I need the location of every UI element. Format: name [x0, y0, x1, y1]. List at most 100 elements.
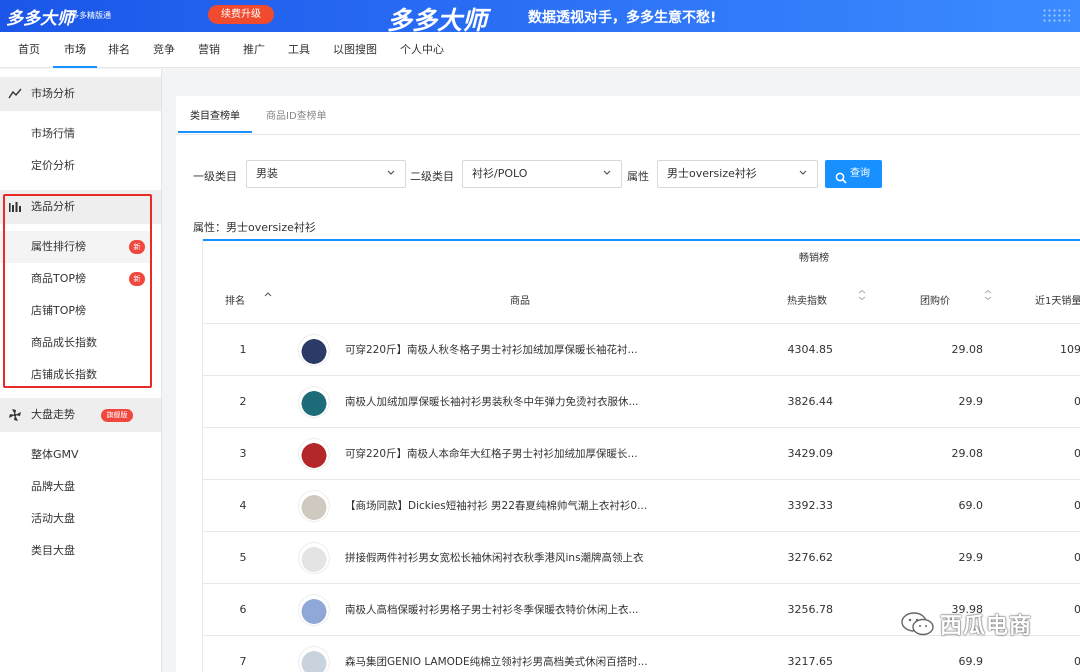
new-badge: 新	[129, 240, 145, 254]
table-top-border	[203, 239, 1080, 241]
level1-category-label: 一级类目	[193, 170, 237, 183]
sidebar-item-market-trend[interactable]: 市场行情	[31, 126, 75, 142]
price-cell: 69.0	[958, 499, 984, 512]
sales-cell: 0	[1074, 447, 1080, 460]
top-banner: 多多大师 多多精版通 续费升级 多多大师 数据透视对手，多多生意不愁!	[0, 0, 1080, 32]
nav-image-search[interactable]: 以图搜图	[333, 32, 377, 68]
hot-index-cell: 3392.33	[787, 499, 834, 512]
banner-dots-decoration	[1042, 8, 1070, 22]
tab-divider	[176, 134, 1080, 135]
query-button-label: 查询	[850, 168, 870, 179]
renew-upgrade-button[interactable]: 续费升级	[208, 5, 274, 24]
table-row[interactable]: 4 【商场同款】Dickies短袖衬衫 男22春夏纯棉帅气潮上衣衬衫0... 339…	[203, 480, 1080, 532]
query-button[interactable]: 查询	[825, 160, 882, 188]
sidebar-item-overall-gmv[interactable]: 整体GMV	[31, 447, 79, 463]
product-thumbnail[interactable]	[298, 542, 330, 574]
price-cell: 29.9	[958, 395, 984, 408]
nav-promotion[interactable]: 推广	[243, 32, 265, 68]
sales-cell: 0	[1074, 551, 1080, 564]
nav-user-center[interactable]: 个人中心	[400, 32, 444, 68]
rank-cell: 5	[239, 551, 247, 564]
rank-cell: 3	[239, 447, 247, 460]
table-row[interactable]: 3 可穿220斤】南极人本命年大红格子男士衬衫加绒加厚保暖长... 3429.09 2…	[203, 428, 1080, 480]
table-row[interactable]: 7 森马集团GENIO LAMODE纯棉立领衬衫男高档美式休闲百搭时... 3217…	[203, 636, 1080, 672]
sidebar-item-pricing[interactable]: 定价分析	[31, 158, 75, 174]
banner-slogan: 数据透视对手，多多生意不愁!	[528, 10, 717, 26]
tab-category-ranking[interactable]: 类目查榜单	[178, 100, 252, 133]
bar-chart-icon	[8, 190, 22, 224]
product-thumbnail[interactable]	[298, 490, 330, 522]
sidebar-item-activity-market[interactable]: 活动大盘	[31, 511, 75, 527]
product-name[interactable]: 可穿220斤】南极人秋冬格子男士衬衫加绒加厚保暖长袖花衬...	[345, 324, 655, 376]
attribute-select[interactable]: 男士oversize衬衫	[657, 160, 818, 188]
sidebar-item-shop-top[interactable]: 店铺TOP榜	[31, 303, 86, 319]
price-cell: 29.08	[951, 343, 984, 356]
select-value: 男装	[256, 167, 278, 180]
header-daily-sales[interactable]: 近1天销量	[1035, 292, 1080, 307]
sidebar-item-product-growth[interactable]: 商品成长指数	[31, 335, 97, 351]
nav-marketing[interactable]: 营销	[198, 32, 220, 68]
select-value: 男士oversize衬衫	[667, 167, 757, 180]
header-rank[interactable]: 排名	[225, 292, 245, 307]
product-name[interactable]: 可穿220斤】南极人本命年大红格子男士衬衫加绒加厚保暖长...	[345, 428, 655, 480]
table-row[interactable]: 1 可穿220斤】南极人秋冬格子男士衬衫加绒加厚保暖长袖花衬... 4304.85 2…	[203, 324, 1080, 376]
price-cell: 69.9	[958, 655, 984, 668]
price-cell: 29.08	[951, 447, 984, 460]
product-thumbnail[interactable]	[298, 646, 330, 672]
sales-cell: 0	[1074, 655, 1080, 668]
header-group-price[interactable]: 团购价	[920, 292, 950, 307]
level2-category-select[interactable]: 衬衫/POLO	[462, 160, 622, 188]
nav-ranking[interactable]: 排名	[108, 32, 130, 68]
chevron-down-icon	[602, 168, 612, 178]
sales-cell: 0	[1074, 395, 1080, 408]
product-thumbnail[interactable]	[298, 594, 330, 626]
header-hot-index[interactable]: 热卖指数	[787, 292, 827, 307]
hot-index-cell: 3429.09	[787, 447, 834, 460]
sidebar: 市场分析 市场行情 定价分析 选品分析 属性排行榜 新 商品TOP榜 新 店铺T…	[0, 69, 162, 672]
product-name[interactable]: 南极人高档保暖衬衫男格子男士衬衫冬季保暖衣特价休闲上衣...	[345, 584, 655, 636]
sales-cell: 109	[1060, 343, 1080, 356]
product-name[interactable]: 拼接假两件衬衫男女宽松长袖休闲衬衣秋季港风ins潮牌高领上衣	[345, 532, 655, 584]
rank-cell: 6	[239, 603, 247, 616]
sort-up-icon[interactable]	[264, 289, 272, 301]
sidebar-item-category-market[interactable]: 类目大盘	[31, 543, 75, 559]
sort-icon[interactable]	[858, 289, 866, 301]
sort-icon[interactable]	[984, 289, 992, 301]
hot-index-cell: 3826.44	[787, 395, 834, 408]
header-product: 商品	[510, 296, 530, 307]
app-logo[interactable]: 多多大师	[6, 4, 74, 29]
tab-product-id-ranking[interactable]: 商品ID查榜单	[266, 100, 327, 133]
nav-home[interactable]: 首页	[18, 32, 40, 68]
sidebar-item-product-top[interactable]: 商品TOP榜	[31, 271, 86, 287]
product-name[interactable]: 【商场同款】Dickies短袖衬衫 男22春夏纯棉帅气潮上衣衬衫0...	[345, 480, 655, 532]
sidebar-section-label: 大盘走势	[31, 408, 75, 421]
rank-cell: 1	[239, 343, 247, 356]
group-header-bestseller: 畅销榜	[799, 253, 829, 264]
pinwheel-icon	[8, 398, 22, 432]
rank-cell: 7	[239, 655, 247, 668]
nav-tools[interactable]: 工具	[288, 32, 310, 68]
product-thumbnail[interactable]	[298, 438, 330, 470]
hot-index-cell: 3276.62	[787, 551, 834, 564]
table-row[interactable]: 2 南极人加绒加厚保暖长袖衬衫男装秋冬中年弹力免烫衬衣服休... 3826.44 29…	[203, 376, 1080, 428]
sidebar-section-market[interactable]: 市场分析	[0, 77, 161, 111]
new-badge: 新	[129, 272, 145, 286]
product-thumbnail[interactable]	[298, 386, 330, 418]
banner-brand: 多多大师	[387, 6, 488, 32]
level1-category-select[interactable]: 男装	[246, 160, 406, 188]
nav-market[interactable]: 市场	[53, 32, 97, 68]
rank-cell: 2	[239, 395, 247, 408]
sidebar-item-brand-market[interactable]: 品牌大盘	[31, 479, 75, 495]
hot-index-cell: 4304.85	[787, 343, 834, 356]
sidebar-item-shop-growth[interactable]: 店铺成长指数	[31, 367, 97, 383]
select-value: 衬衫/POLO	[472, 167, 528, 180]
product-name[interactable]: 南极人加绒加厚保暖长袖衬衫男装秋冬中年弹力免烫衬衣服休...	[345, 376, 655, 428]
product-name[interactable]: 森马集团GENIO LAMODE纯棉立领衬衫男高档美式休闲百搭时...	[345, 636, 655, 672]
product-thumbnail[interactable]	[298, 334, 330, 366]
sidebar-section-selection[interactable]: 选品分析	[0, 190, 161, 224]
flagship-badge: 旗舰版	[101, 409, 133, 422]
nav-competition[interactable]: 竞争	[153, 32, 175, 68]
table-row[interactable]: 5 拼接假两件衬衫男女宽松长袖休闲衬衣秋季港风ins潮牌高领上衣 3276.62 29…	[203, 532, 1080, 584]
sales-cell: 0	[1074, 499, 1080, 512]
sidebar-section-trend[interactable]: 大盘走势 旗舰版	[0, 398, 161, 432]
